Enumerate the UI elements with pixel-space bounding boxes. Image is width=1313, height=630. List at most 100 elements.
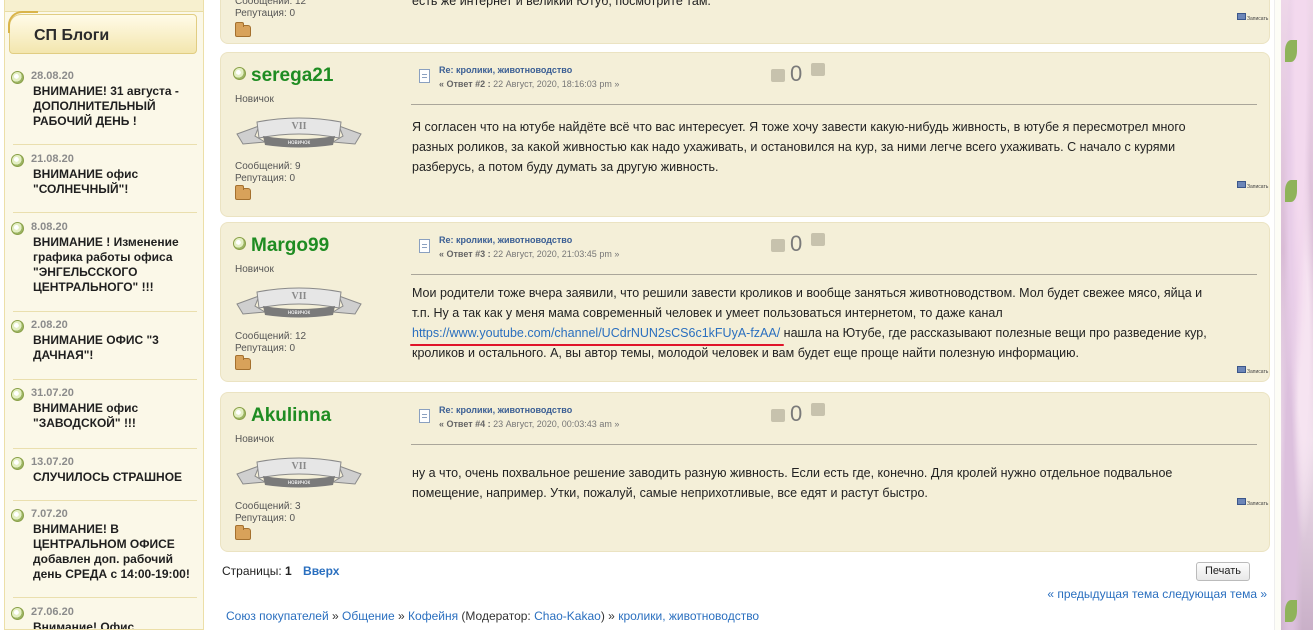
blog-title-link[interactable]: ВНИМАНИЕ ! Изменение графика работы офис… [33, 235, 193, 295]
scroll-top-link[interactable]: Вверх [303, 564, 339, 578]
blog-title-link[interactable]: ВНИМАНИЕ офис "ЗАВОДСКОЙ" !!! [33, 401, 193, 431]
divider [13, 311, 197, 312]
bullet-icon [11, 222, 24, 235]
karma-widget: 0 [771, 61, 831, 87]
svg-text:новичок: новичок [288, 140, 311, 146]
leaf-icon [1285, 180, 1297, 202]
blog-date: 21.08.20 [31, 153, 74, 165]
thumbs-down-icon[interactable] [771, 409, 785, 422]
folder-icon[interactable] [235, 22, 251, 37]
report-icon[interactable]: Записать [1237, 498, 1268, 508]
thumbs-up-icon[interactable] [811, 63, 825, 76]
bullet-icon [11, 71, 24, 84]
divider [411, 274, 1257, 275]
karma-widget: 0 [771, 231, 831, 257]
post-text: Я согласен что на ютубе найдёте всё что … [412, 120, 1186, 174]
thumbs-down-icon[interactable] [771, 69, 785, 82]
divider [13, 448, 197, 449]
post-subject-link[interactable]: Re: кролики, животноводство [439, 65, 572, 75]
forum-post: serega21 Новичок VII новичок Сообщений: … [220, 52, 1270, 217]
post-fragment: Сообщений: 12 Репутация: 0 есть же интер… [220, 0, 1270, 44]
breadcrumb-link[interactable]: Союз покупателей [226, 609, 329, 623]
karma-value: 0 [790, 401, 803, 426]
rank-badge-icon: VII новичок [236, 287, 362, 318]
leaf-icon [1285, 600, 1297, 622]
blog-date: 13.07.20 [31, 456, 74, 468]
reply-info: « Ответ #2 : 22 Август, 2020, 18:16:03 p… [439, 79, 620, 89]
blog-title-link[interactable]: СЛУЧИЛОСЬ СТРАШНОЕ [33, 470, 193, 485]
moderator-link[interactable]: Chao-Kakao [534, 609, 601, 623]
post-count: Сообщений: 3 [235, 501, 301, 512]
breadcrumb-link[interactable]: Общение [342, 609, 395, 623]
blog-date: 31.07.20 [31, 387, 74, 399]
bullet-icon [11, 509, 24, 522]
online-status-icon [233, 237, 246, 250]
reply-info: « Ответ #4 : 23 Август, 2020, 00:03:43 a… [439, 419, 620, 429]
username-link[interactable]: Margo99 [233, 235, 329, 257]
sidebar-title: СП Блоги [34, 27, 110, 44]
username-link[interactable]: serega21 [233, 65, 333, 87]
folder-icon[interactable] [235, 355, 251, 370]
blog-date: 7.07.20 [31, 508, 68, 520]
report-icon[interactable]: Записать [1237, 366, 1268, 376]
flower-decoration [1281, 0, 1313, 630]
blog-title-link[interactable]: ВНИМАНИЕ офис "СОЛНЕЧНЫЙ"! [33, 167, 193, 197]
reply-info: « Ответ #3 : 22 Август, 2020, 21:03:45 p… [439, 249, 620, 259]
reputation: Репутация: 0 [235, 343, 296, 354]
poster-stats: Сообщений: 12 Репутация: 0 [235, 0, 306, 20]
post-text: ну а что, очень похвальное решение завод… [412, 466, 1173, 500]
forum-post: Margo99 Новичок VII новичок Сообщений: 1… [220, 222, 1270, 382]
sidebar-header: СП Блоги [8, 11, 197, 54]
pagination: Страницы: 1 Вверх [222, 564, 339, 578]
youtube-link[interactable]: https://www.youtube.com/channel/UCdrNUN2… [409, 323, 785, 346]
breadcrumb-link[interactable]: кролики, животноводство [618, 609, 759, 623]
report-icon[interactable]: Записать [1237, 13, 1268, 23]
divider [13, 500, 197, 501]
blog-title-link[interactable]: ВНИМАНИЕ! В ЦЕНТРАЛЬНОМ ОФИСЕ добавлен д… [33, 522, 193, 582]
report-icon[interactable]: Записать [1237, 181, 1268, 191]
print-button[interactable]: Печать [1196, 562, 1250, 581]
post-document-icon [419, 409, 430, 423]
moderator-prefix: (Модератор: [461, 609, 535, 623]
post-count: Сообщений: 12 [235, 331, 307, 342]
blog-date: 8.08.20 [31, 221, 68, 233]
divider [13, 212, 197, 213]
thumbs-down-icon[interactable] [771, 239, 785, 252]
divider [411, 444, 1257, 445]
blog-date: 28.08.20 [31, 70, 74, 82]
breadcrumb: Союз покупателей » Общение » Кофейня (Мо… [226, 609, 760, 623]
breadcrumb-link[interactable]: Кофейня [408, 609, 458, 623]
post-count: Сообщений: 12 [235, 0, 307, 7]
bullet-icon [11, 320, 24, 333]
post-subject-link[interactable]: Re: кролики, животноводство [439, 405, 572, 415]
blog-title-link[interactable]: Внимание! Офис [33, 620, 193, 629]
bullet-icon [11, 457, 24, 470]
rank-label: Новичок [235, 434, 274, 445]
svg-text:новичок: новичок [288, 480, 311, 486]
reputation: Репутация: 0 [235, 8, 296, 19]
bullet-icon [11, 607, 24, 620]
karma-widget: 0 [771, 401, 831, 427]
blog-title-link[interactable]: ВНИМАНИЕ! 31 августа - ДОПОЛНИТЕЛЬНЫЙ РА… [33, 84, 193, 129]
reputation: Репутация: 0 [235, 173, 296, 184]
folder-icon[interactable] [235, 525, 251, 540]
thumbs-up-icon[interactable] [811, 233, 825, 246]
blog-title-link[interactable]: ВНИМАНИЕ ОФИС "3 ДАЧНАЯ"! [33, 333, 193, 363]
thumbs-up-icon[interactable] [811, 403, 825, 416]
poster-stats: Сообщений: 3 Репутация: 0 [235, 501, 301, 525]
divider [13, 597, 197, 598]
svg-text:новичок: новичок [288, 310, 311, 316]
pages-label: Страницы: [222, 564, 282, 578]
username-link[interactable]: Akulinna [233, 405, 331, 427]
poster-stats: Сообщений: 9 Репутация: 0 [235, 161, 301, 185]
post-subject-link[interactable]: Re: кролики, животноводство [439, 235, 572, 245]
folder-icon[interactable] [235, 185, 251, 200]
svg-text:VII: VII [291, 291, 306, 302]
rank-badge-icon: VII новичок [236, 117, 362, 148]
bullet-icon [11, 154, 24, 167]
svg-text:VII: VII [291, 121, 306, 132]
post-document-icon [419, 69, 430, 83]
rank-label: Новичок [235, 264, 274, 275]
blog-sidebar: СП Блоги 28.08.20 ВНИМАНИЕ! 31 августа -… [4, 0, 204, 630]
topic-navigation-links[interactable]: « предыдущая тема следующая тема » [1047, 587, 1267, 601]
